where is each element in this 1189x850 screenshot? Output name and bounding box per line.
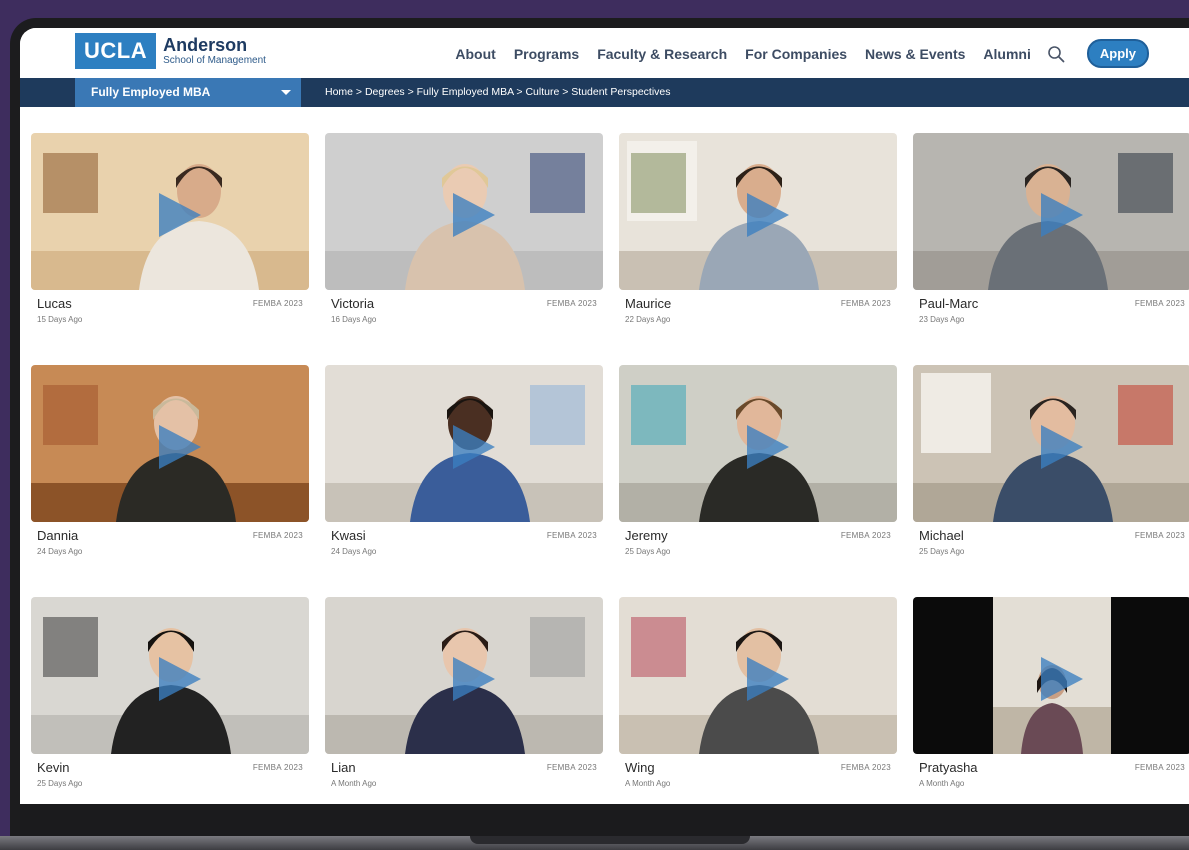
apply-button[interactable]: Apply	[1086, 39, 1149, 68]
student-name[interactable]: Lian	[331, 760, 356, 775]
video-thumbnail[interactable]	[913, 365, 1189, 522]
play-icon[interactable]	[153, 653, 205, 705]
cohort-tag: FEMBA 2023	[840, 531, 891, 540]
video-card[interactable]: Michael FEMBA 2023 25 Days Ago	[913, 365, 1189, 575]
student-name[interactable]: Kwasi	[331, 528, 366, 543]
play-icon[interactable]	[447, 421, 499, 473]
video-thumbnail[interactable]	[619, 365, 897, 522]
posted-date: 16 Days Ago	[331, 315, 377, 324]
video-card[interactable]: Lucas FEMBA 2023 15 Days Ago	[31, 133, 309, 343]
logo-subtitle: School of Management	[163, 55, 266, 66]
nav-alumni[interactable]: Alumni	[983, 46, 1030, 62]
cohort-tag: FEMBA 2023	[840, 763, 891, 772]
video-grid: Lucas FEMBA 2023 15 Days Ago Victoria FE…	[20, 107, 1189, 804]
cohort-tag: FEMBA 2023	[252, 763, 303, 772]
nav-for-companies[interactable]: For Companies	[745, 46, 847, 62]
posted-date: 23 Days Ago	[919, 315, 965, 324]
posted-date: 22 Days Ago	[625, 315, 671, 324]
posted-date: A Month Ago	[625, 779, 671, 788]
video-card[interactable]: Pratyasha FEMBA 2023 A Month Ago	[913, 597, 1189, 804]
student-name[interactable]: Victoria	[331, 296, 374, 311]
video-card[interactable]: Dannia FEMBA 2023 24 Days Ago	[31, 365, 309, 575]
video-thumbnail[interactable]	[619, 133, 897, 290]
nav-news-events[interactable]: News & Events	[865, 46, 965, 62]
student-name[interactable]: Wing	[625, 760, 655, 775]
video-card[interactable]: Kwasi FEMBA 2023 24 Days Ago	[325, 365, 603, 575]
video-card[interactable]: Paul-Marc FEMBA 2023 23 Days Ago	[913, 133, 1189, 343]
posted-date: 25 Days Ago	[919, 547, 965, 556]
cohort-tag: FEMBA 2023	[1134, 299, 1185, 308]
video-thumbnail[interactable]	[31, 365, 309, 522]
posted-date: 15 Days Ago	[37, 315, 83, 324]
student-name[interactable]: Kevin	[37, 760, 70, 775]
cohort-tag: FEMBA 2023	[840, 299, 891, 308]
video-card[interactable]: Lian FEMBA 2023 A Month Ago	[325, 597, 603, 804]
cohort-tag: FEMBA 2023	[546, 299, 597, 308]
cohort-tag: FEMBA 2023	[252, 531, 303, 540]
nav-programs[interactable]: Programs	[514, 46, 579, 62]
video-card[interactable]: Kevin FEMBA 2023 25 Days Ago	[31, 597, 309, 804]
student-name[interactable]: Maurice	[625, 296, 671, 311]
video-card[interactable]: Victoria FEMBA 2023 16 Days Ago	[325, 133, 603, 343]
play-icon[interactable]	[1035, 189, 1087, 241]
play-icon[interactable]	[153, 421, 205, 473]
video-thumbnail[interactable]	[325, 133, 603, 290]
program-dropdown[interactable]: Fully Employed MBA	[75, 78, 301, 107]
play-icon[interactable]	[741, 653, 793, 705]
nav-about[interactable]: About	[455, 46, 495, 62]
video-card[interactable]: Jeremy FEMBA 2023 25 Days Ago	[619, 365, 897, 575]
posted-date: 25 Days Ago	[37, 779, 83, 788]
play-icon[interactable]	[447, 653, 499, 705]
video-thumbnail[interactable]	[325, 365, 603, 522]
anderson-logo[interactable]: UCLA Anderson School of Management	[75, 33, 266, 69]
video-card[interactable]: Wing FEMBA 2023 A Month Ago	[619, 597, 897, 804]
main-nav: About Programs Faculty & Research For Co…	[437, 39, 1149, 68]
site-header: UCLA Anderson School of Management About…	[20, 28, 1189, 78]
video-thumbnail[interactable]	[619, 597, 897, 754]
posted-date: 25 Days Ago	[625, 547, 671, 556]
cohort-tag: FEMBA 2023	[1134, 531, 1185, 540]
breadcrumb[interactable]: Home > Degrees > Fully Employed MBA > Cu…	[325, 86, 671, 98]
student-name[interactable]: Michael	[919, 528, 964, 543]
play-icon[interactable]	[153, 189, 205, 241]
posted-date: A Month Ago	[331, 779, 377, 788]
search-icon[interactable]	[1047, 45, 1065, 63]
laptop-hinge-notch	[470, 836, 750, 844]
cohort-tag: FEMBA 2023	[546, 763, 597, 772]
play-icon[interactable]	[1035, 421, 1087, 473]
play-icon[interactable]	[741, 421, 793, 473]
video-thumbnail[interactable]	[913, 597, 1189, 754]
caret-down-icon	[281, 90, 291, 95]
cohort-tag: FEMBA 2023	[546, 531, 597, 540]
student-name[interactable]: Lucas	[37, 296, 72, 311]
sub-navigation: Fully Employed MBA Home > Degrees > Full…	[20, 78, 1189, 107]
screen-bottom-bezel	[20, 804, 1189, 836]
student-name[interactable]: Paul-Marc	[919, 296, 978, 311]
cohort-tag: FEMBA 2023	[252, 299, 303, 308]
posted-date: 24 Days Ago	[331, 547, 377, 556]
video-thumbnail[interactable]	[913, 133, 1189, 290]
ucla-logo-mark: UCLA	[75, 33, 157, 69]
video-thumbnail[interactable]	[325, 597, 603, 754]
play-icon[interactable]	[447, 189, 499, 241]
student-name[interactable]: Pratyasha	[919, 760, 978, 775]
play-icon[interactable]	[741, 189, 793, 241]
play-icon[interactable]	[1035, 653, 1087, 705]
browser-screen: UCLA Anderson School of Management About…	[20, 28, 1189, 804]
video-card[interactable]: Maurice FEMBA 2023 22 Days Ago	[619, 133, 897, 343]
student-name[interactable]: Dannia	[37, 528, 78, 543]
video-thumbnail[interactable]	[31, 597, 309, 754]
nav-faculty-research[interactable]: Faculty & Research	[597, 46, 727, 62]
posted-date: A Month Ago	[919, 779, 965, 788]
posted-date: 24 Days Ago	[37, 547, 83, 556]
logo-name: Anderson	[163, 35, 248, 55]
student-name[interactable]: Jeremy	[625, 528, 668, 543]
program-dropdown-label: Fully Employed MBA	[91, 85, 211, 99]
cohort-tag: FEMBA 2023	[1134, 763, 1185, 772]
video-thumbnail[interactable]	[31, 133, 309, 290]
